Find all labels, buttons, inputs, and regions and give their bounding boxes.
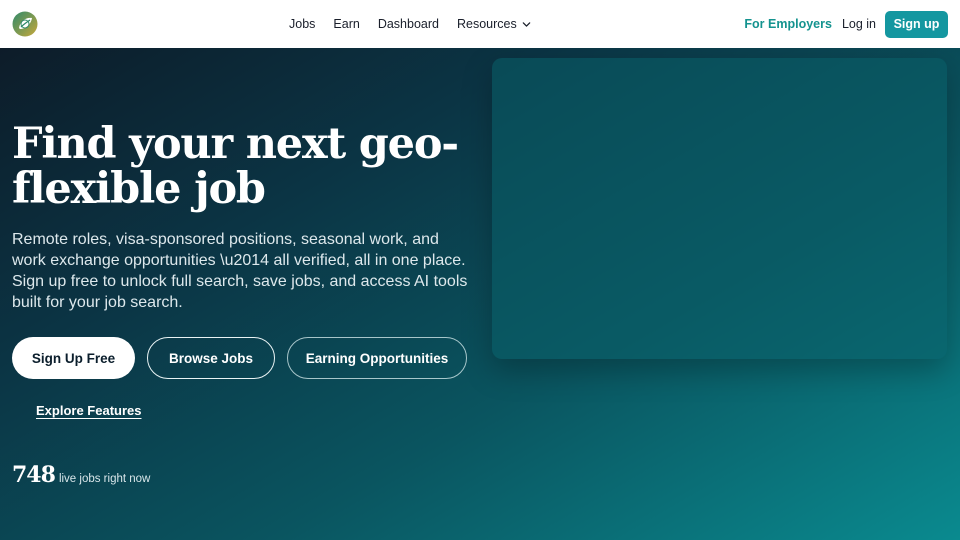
nav-earn[interactable]: Earn bbox=[333, 17, 359, 31]
nav-resources-label: Resources bbox=[456, 17, 517, 31]
signup-free-button[interactable]: Sign Up Free bbox=[12, 337, 135, 379]
chevron-down-icon bbox=[522, 21, 530, 27]
hero-section: Find your next geo- flexible job Remote … bbox=[0, 48, 960, 540]
earning-opportunities-button[interactable]: Earning Opportunities bbox=[287, 337, 467, 379]
nav-actions: For Employers Log in Sign up bbox=[744, 10, 948, 38]
leaf-globe-icon[interactable] bbox=[12, 11, 38, 37]
explore-features-link[interactable]: Explore Features bbox=[36, 403, 142, 418]
hero-preview-card bbox=[492, 58, 947, 359]
hero-subtitle: Remote roles, visa-sponsored positions, … bbox=[12, 231, 468, 311]
live-jobs-count: 748 bbox=[12, 462, 56, 488]
live-jobs-label: live jobs right now bbox=[58, 473, 151, 485]
login-link[interactable]: Log in bbox=[842, 17, 876, 31]
nav-resources[interactable]: Resources bbox=[457, 17, 531, 31]
hero-title-line2: flexible job bbox=[12, 164, 266, 214]
browse-jobs-button[interactable]: Browse Jobs bbox=[147, 337, 275, 379]
top-navbar: Jobs Earn Dashboard Resources For Employ… bbox=[0, 0, 960, 48]
main-nav: Jobs Earn Dashboard Resources bbox=[289, 0, 549, 48]
hero-title-line1: Find your next geo- bbox=[12, 119, 459, 169]
nav-dashboard[interactable]: Dashboard bbox=[378, 17, 439, 31]
hero-title: Find your next geo- flexible job bbox=[12, 122, 482, 212]
live-jobs-stat: 748 live jobs right now bbox=[12, 462, 150, 488]
nav-jobs[interactable]: Jobs bbox=[289, 17, 315, 31]
for-employers-link[interactable]: For Employers bbox=[744, 17, 832, 31]
signup-button[interactable]: Sign up bbox=[885, 10, 948, 38]
